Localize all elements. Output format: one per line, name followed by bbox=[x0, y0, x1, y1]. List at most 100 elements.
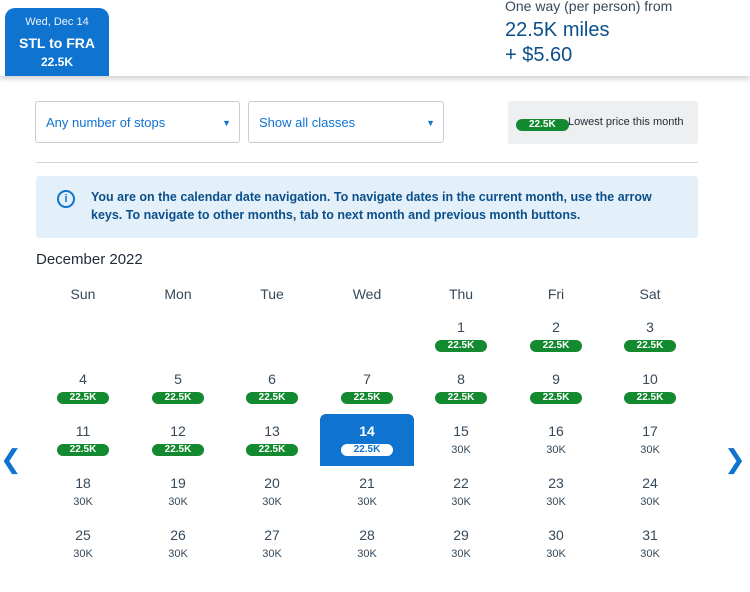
info-banner: i You are on the calendar date navigatio… bbox=[36, 176, 698, 238]
calendar-day-27[interactable]: 27 30K bbox=[225, 518, 319, 570]
day-number: 30 bbox=[548, 527, 564, 543]
chevron-right-icon[interactable]: ❯ bbox=[724, 446, 746, 472]
day-number: 29 bbox=[453, 527, 469, 543]
day-number: 11 bbox=[75, 423, 91, 439]
calendar-day-6[interactable]: 6 22.5K bbox=[225, 362, 319, 414]
day-number: 20 bbox=[264, 475, 280, 491]
calendar-day-18[interactable]: 18 30K bbox=[36, 466, 130, 518]
calendar-day-15[interactable]: 15 30K bbox=[414, 414, 508, 466]
calendar-day-20[interactable]: 20 30K bbox=[225, 466, 319, 518]
day-price: 30K bbox=[262, 496, 282, 508]
calendar-day-3[interactable]: 3 22.5K bbox=[603, 310, 697, 362]
calendar-day-28[interactable]: 28 30K bbox=[320, 518, 414, 570]
lowest-price-badge: 22.5K bbox=[245, 392, 299, 404]
calendar-day-5[interactable]: 5 22.5K bbox=[131, 362, 225, 414]
day-price: 30K bbox=[546, 496, 566, 508]
calendar-day-1[interactable]: 1 22.5K bbox=[414, 310, 508, 362]
day-price: 30K bbox=[262, 548, 282, 560]
legend-text: Lowest price this month bbox=[568, 116, 684, 128]
calendar-day-2[interactable]: 2 22.5K bbox=[509, 310, 603, 362]
day-price: 30K bbox=[168, 496, 188, 508]
day-number: 18 bbox=[75, 475, 91, 491]
lowest-price-badge: 22.5K bbox=[340, 444, 394, 456]
weekday-header: Sun Mon Tue Wed Thu Fri Sat bbox=[36, 286, 698, 306]
fare-summary: One way (per person) from 22.5K miles + … bbox=[505, 0, 672, 67]
calendar-day-9[interactable]: 9 22.5K bbox=[509, 362, 603, 414]
day-price: 30K bbox=[357, 496, 377, 508]
calendar-day-17[interactable]: 17 30K bbox=[603, 414, 697, 466]
weekday-fri: Fri bbox=[547, 286, 565, 302]
day-number: 12 bbox=[170, 423, 186, 439]
calendar-day-7[interactable]: 7 22.5K bbox=[320, 362, 414, 414]
day-price: 30K bbox=[73, 496, 93, 508]
day-price: 30K bbox=[357, 548, 377, 560]
day-price: 30K bbox=[451, 548, 471, 560]
calendar-day-4[interactable]: 4 22.5K bbox=[36, 362, 130, 414]
lowest-price-badge: 22.5K bbox=[434, 392, 488, 404]
day-number: 28 bbox=[359, 527, 375, 543]
trip-date: Wed, Dec 14 bbox=[25, 16, 89, 28]
chevron-left-icon[interactable]: ❮ bbox=[0, 446, 22, 472]
weekday-mon: Mon bbox=[164, 286, 192, 302]
weekday-tue: Tue bbox=[260, 286, 284, 302]
day-number: 25 bbox=[75, 527, 91, 543]
day-number: 14 bbox=[359, 423, 375, 439]
lowest-price-badge: 22.5K bbox=[56, 444, 110, 456]
trip-miles: 22.5K bbox=[40, 55, 74, 69]
day-number: 10 bbox=[642, 371, 658, 387]
calendar-day-12[interactable]: 12 22.5K bbox=[131, 414, 225, 466]
calendar-day-10[interactable]: 10 22.5K bbox=[603, 362, 697, 414]
calendar-day-21[interactable]: 21 30K bbox=[320, 466, 414, 518]
info-text: You are on the calendar date navigation.… bbox=[91, 190, 652, 222]
calendar-day-8[interactable]: 8 22.5K bbox=[414, 362, 508, 414]
calendar-day-22[interactable]: 22 30K bbox=[414, 466, 508, 518]
divider bbox=[36, 162, 698, 163]
calendar-day-26[interactable]: 26 30K bbox=[131, 518, 225, 570]
day-number: 27 bbox=[264, 527, 280, 543]
stops-select[interactable]: Any number of stops ▼ bbox=[35, 101, 240, 143]
calendar-day-16[interactable]: 16 30K bbox=[509, 414, 603, 466]
day-number: 16 bbox=[548, 423, 564, 439]
day-number: 15 bbox=[453, 423, 469, 439]
lowest-price-badge: 22.5K bbox=[56, 392, 110, 404]
info-circle-icon: i bbox=[57, 190, 75, 208]
fare-header: Wed, Dec 14 STL to FRA 22.5K One way (pe… bbox=[0, 0, 750, 76]
classes-select[interactable]: Show all classes ▼ bbox=[248, 101, 444, 143]
day-number: 17 bbox=[642, 423, 658, 439]
day-number: 26 bbox=[170, 527, 186, 543]
calendar-day-25[interactable]: 25 30K bbox=[36, 518, 130, 570]
day-price: 30K bbox=[451, 444, 471, 456]
day-price: 30K bbox=[451, 496, 471, 508]
day-number: 9 bbox=[552, 371, 560, 387]
calendar-day-24[interactable]: 24 30K bbox=[603, 466, 697, 518]
day-number: 31 bbox=[642, 527, 658, 543]
lowest-price-badge: 22.5K bbox=[245, 444, 299, 456]
month-title: December 2022 bbox=[36, 251, 143, 268]
lowest-price-badge: 22.5K bbox=[623, 340, 677, 352]
day-price: 30K bbox=[73, 548, 93, 560]
weekday-wed: Wed bbox=[352, 286, 382, 302]
lowest-price-badge: 22.5K bbox=[434, 340, 488, 352]
calendar-day-19[interactable]: 19 30K bbox=[131, 466, 225, 518]
lowest-price-badge: 22.5K bbox=[529, 340, 583, 352]
calendar-day-30[interactable]: 30 30K bbox=[509, 518, 603, 570]
day-number: 8 bbox=[457, 371, 465, 387]
day-number: 21 bbox=[359, 475, 375, 491]
lowest-price-badge: 22.5K bbox=[516, 119, 569, 131]
calendar-day-14[interactable]: 14 22.5K bbox=[320, 414, 414, 466]
day-number: 7 bbox=[363, 371, 371, 387]
trip-tab[interactable]: Wed, Dec 14 STL to FRA 22.5K bbox=[5, 8, 109, 76]
calendar-day-31[interactable]: 31 30K bbox=[603, 518, 697, 570]
stops-select-value: Any number of stops bbox=[46, 115, 166, 130]
calendar-day-29[interactable]: 29 30K bbox=[414, 518, 508, 570]
calendar-day-13[interactable]: 13 22.5K bbox=[225, 414, 319, 466]
calendar-day-23[interactable]: 23 30K bbox=[509, 466, 603, 518]
fare-miles: 22.5K miles bbox=[505, 19, 610, 41]
weekday-thu: Thu bbox=[448, 286, 474, 302]
day-number: 19 bbox=[170, 475, 186, 491]
lowest-price-badge: 22.5K bbox=[623, 392, 677, 404]
classes-select-value: Show all classes bbox=[259, 115, 356, 130]
day-price: 30K bbox=[168, 548, 188, 560]
calendar-day-11[interactable]: 11 22.5K bbox=[36, 414, 130, 466]
day-price: 30K bbox=[640, 444, 660, 456]
